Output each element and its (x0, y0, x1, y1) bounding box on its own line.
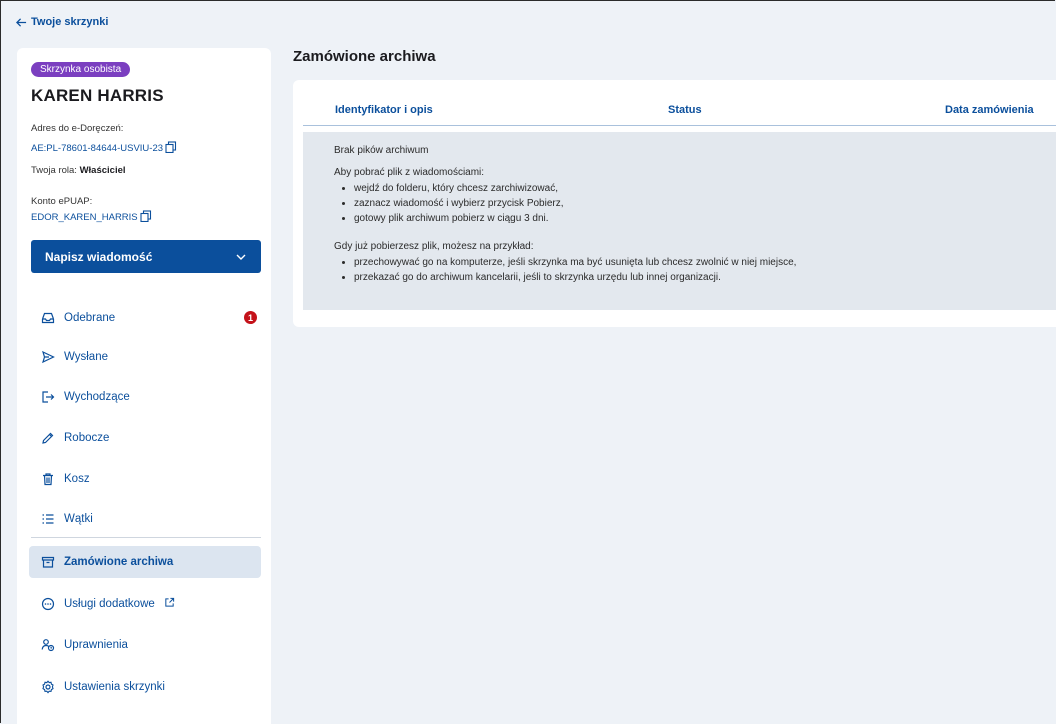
list-item: wejdź do folderu, który chcesz zarchiwiz… (354, 181, 564, 196)
copy-icon[interactable] (165, 141, 177, 156)
inbox-icon (41, 312, 55, 324)
address-label: Adres do e-Doręczeń: (31, 123, 124, 134)
sidebar-item-ordered-archives[interactable]: Zamówione archiwa (29, 546, 261, 578)
sidebar-item-mailbox-settings[interactable]: Ustawienia skrzynki (29, 671, 261, 703)
sidebar-item-label: Uprawnienia (64, 639, 128, 651)
arrow-left-icon (16, 17, 27, 27)
unread-count-badge: 1 (244, 311, 257, 324)
sidebar-item-sent[interactable]: Wysłane (29, 341, 261, 373)
sidebar: Skrzynka osobista KAREN HARRIS Adres do … (17, 48, 271, 724)
nav-divider (31, 537, 261, 538)
empty-state-heading: Brak pików archiwum (334, 145, 429, 156)
gear-icon (42, 680, 54, 694)
role-label: Twoja rola: (31, 165, 77, 176)
column-header-id[interactable]: Identyfikator i opis (335, 104, 433, 116)
more-icon (41, 597, 55, 611)
steps-list: wejdź do folderu, który chcesz zarchiwiz… (334, 181, 564, 226)
sidebar-item-label: Usługi dodatkowe (64, 598, 155, 610)
epuap-value: EDOR_KAREN_HARRIS (31, 212, 138, 223)
sidebar-item-additional-services[interactable]: Usługi dodatkowe (29, 588, 261, 620)
epuap-label: Konto ePUAP: (31, 196, 93, 207)
sidebar-item-label: Robocze (64, 432, 110, 444)
sidebar-item-permissions[interactable]: Uprawnienia (29, 629, 261, 661)
column-header-order-date[interactable]: Data zamówienia (945, 104, 1034, 116)
page-title: Zamówione archiwa (293, 48, 436, 65)
sidebar-item-label: Zamówione archiwa (64, 556, 174, 568)
sidebar-item-label: Ustawienia skrzynki (64, 681, 165, 693)
external-link-icon (164, 597, 175, 611)
role-value: Właściciel (79, 165, 126, 176)
sidebar-item-outgoing[interactable]: Wychodzące (29, 381, 261, 413)
compose-label: Napisz wiadomość (45, 249, 153, 264)
address-link[interactable]: AE:PL-78601-84644-USVIU-23 (31, 141, 177, 156)
sidebar-item-label: Wątki (64, 513, 93, 525)
list-icon (42, 514, 54, 524)
table-header: Identyfikator i opis Status Data zamówie… (303, 80, 1056, 126)
compose-message-button[interactable]: Napisz wiadomość (31, 240, 261, 273)
back-link-label: Twoje skrzynki (31, 16, 109, 28)
epuap-link[interactable]: EDOR_KAREN_HARRIS (31, 210, 152, 225)
chevron-down-icon (236, 254, 246, 260)
sidebar-item-threads[interactable]: Wątki (29, 503, 261, 535)
copy-icon[interactable] (140, 210, 152, 225)
sidebar-item-drafts[interactable]: Robocze (29, 422, 261, 454)
address-value: AE:PL-78601-84644-USVIU-23 (31, 143, 164, 154)
column-header-status[interactable]: Status (668, 104, 702, 116)
empty-state: Brak pików archiwum Aby pobrać plik z wi… (303, 132, 1056, 310)
list-item: gotowy plik archiwum pobierz w ciągu 3 d… (354, 211, 564, 226)
list-item: przekazać go do archiwum kancelarii, jeś… (354, 270, 796, 285)
sidebar-item-label: Odebrane (64, 312, 116, 324)
tips-list: przechowywać go na komputerze, jeśli skr… (334, 255, 796, 285)
sidebar-item-inbox[interactable]: Odebrane 1 (29, 302, 261, 334)
owner-name: KAREN HARRIS (31, 86, 164, 105)
list-item: zaznacz wiadomość i wybierz przycisk Pob… (354, 196, 564, 211)
sidebar-item-label: Wychodzące (64, 391, 130, 403)
mailbox-type-badge: Skrzynka osobista (31, 62, 131, 77)
sidebar-item-label: Wysłane (64, 351, 108, 363)
archive-icon (41, 556, 55, 568)
role-line: Twoja rola: Właściciel (31, 165, 126, 176)
users-icon (41, 639, 55, 652)
empty-state-after: Gdy już pobierzesz plik, możesz na przyk… (334, 241, 534, 252)
archives-panel: Identyfikator i opis Status Data zamówie… (293, 80, 1056, 327)
empty-state-intro: Aby pobrać plik z wiadomościami: (334, 167, 485, 178)
back-to-mailboxes-link[interactable]: Twoje skrzynki (16, 16, 108, 28)
sidebar-item-trash[interactable]: Kosz (29, 463, 261, 495)
sidebar-item-label: Kosz (64, 473, 90, 485)
outgoing-icon (42, 391, 55, 403)
pencil-icon (42, 432, 54, 444)
trash-icon (43, 473, 53, 486)
list-item: przechowywać go na komputerze, jeśli skr… (354, 255, 796, 270)
send-icon (42, 350, 55, 364)
